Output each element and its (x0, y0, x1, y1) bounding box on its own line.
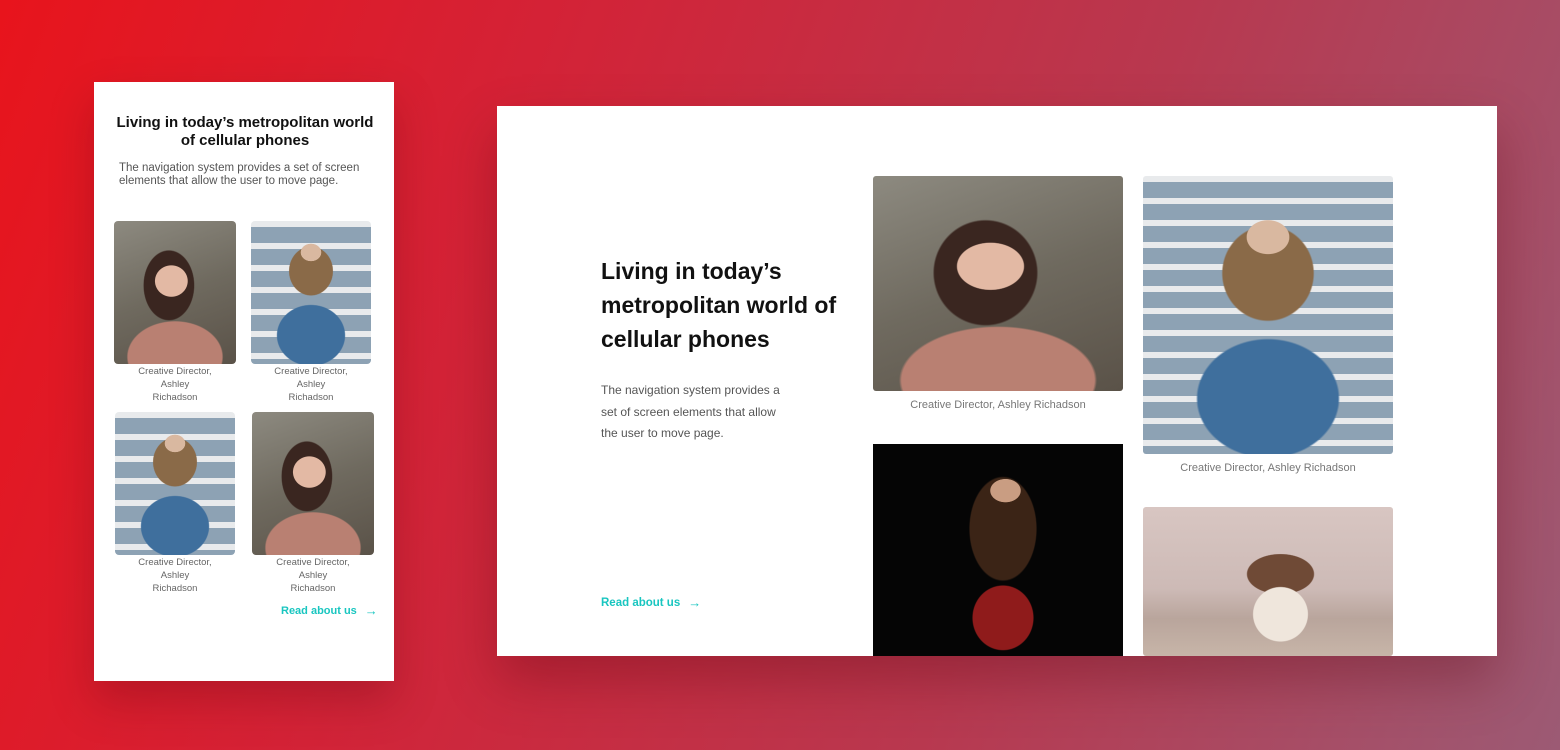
profile-photo (873, 176, 1123, 391)
arrow-right-icon: → (688, 595, 702, 610)
profile-photo (1143, 507, 1393, 656)
profile-photo (115, 412, 235, 555)
mobile-preview: Living in today’s metropolitan world of … (94, 82, 394, 681)
desktop-preview: Living in today’s metropolitan world of … (497, 106, 1497, 656)
read-about-us-link[interactable]: Read about us → (281, 604, 378, 617)
mobile-profile-card[interactable]: Creative Director, Ashley Richadson (251, 221, 371, 404)
read-about-us-label: Read about us (601, 596, 681, 609)
desktop-page-title: Living in today’s metropolitan world of … (601, 258, 837, 352)
profile-caption: Creative Director, Ashley Richadson (910, 399, 1086, 411)
mobile-profile-card[interactable]: Creative Director, Ashley Richadson (252, 412, 374, 595)
profile-photo (114, 221, 236, 364)
arrow-right-icon: → (364, 603, 378, 618)
profile-caption: Creative Director, Ashley Richadson (274, 366, 348, 403)
profile-photo (251, 221, 371, 364)
desktop-profile-card[interactable] (873, 444, 1123, 656)
profile-photo (252, 412, 374, 555)
desktop-profile-card[interactable]: Creative Director, Ashley Richadson (873, 176, 1123, 411)
mobile-profile-card[interactable]: Creative Director, Ashley Richadson (115, 412, 235, 595)
profile-caption: Creative Director, Ashley Richadson (276, 557, 350, 594)
read-about-us-link[interactable]: Read about us → (601, 596, 701, 609)
profile-photo (873, 444, 1123, 656)
profile-caption: Creative Director, Ashley Richadson (1180, 462, 1356, 474)
profile-caption: Creative Director, Ashley Richadson (138, 366, 212, 403)
desktop-profile-card[interactable] (1143, 507, 1393, 656)
read-about-us-label: Read about us (281, 604, 357, 617)
desktop-profile-card[interactable]: Creative Director, Ashley Richadson (1143, 176, 1393, 474)
mobile-page-description: The navigation system provides a set of … (119, 162, 360, 187)
profile-photo (1143, 176, 1393, 454)
desktop-page-description: The navigation system provides a set of … (601, 383, 780, 440)
profile-caption: Creative Director, Ashley Richadson (138, 557, 212, 594)
mobile-page-title: Living in today’s metropolitan world of … (116, 114, 374, 149)
mobile-profile-card[interactable]: Creative Director, Ashley Richadson (114, 221, 236, 404)
